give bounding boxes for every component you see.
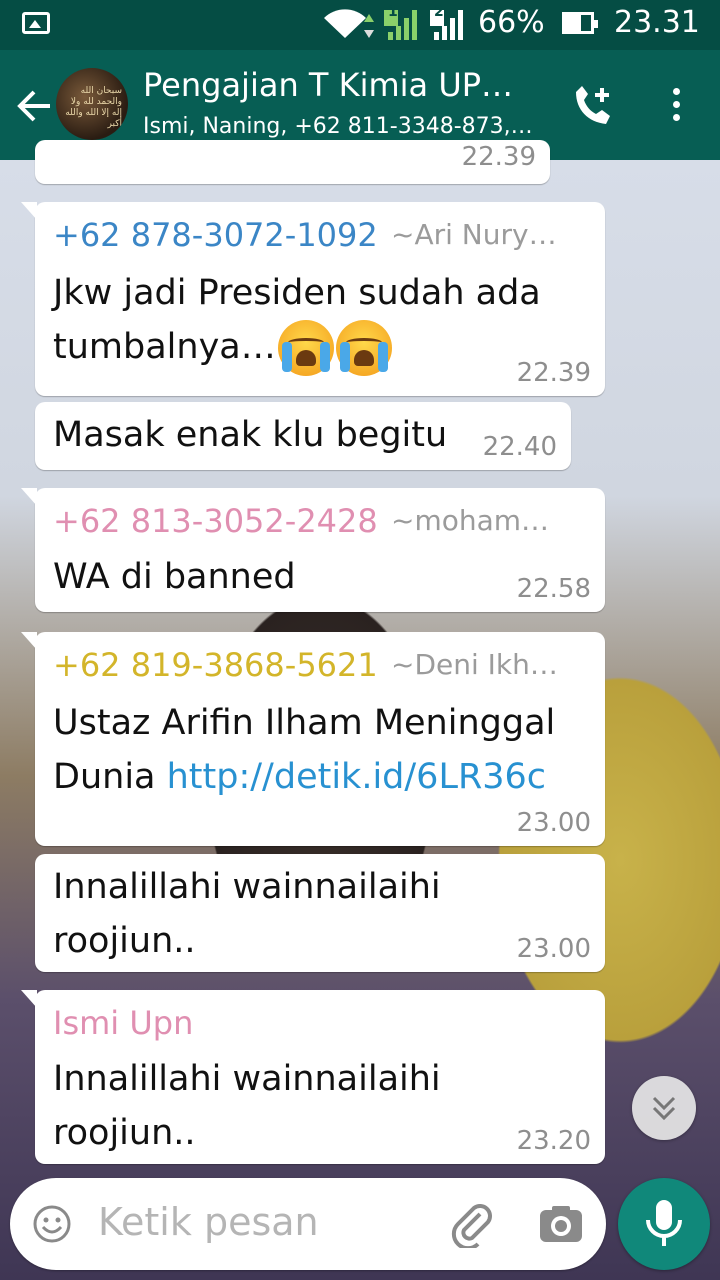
sender-name: ~Deni Ikh… — [391, 648, 558, 681]
add-call-icon[interactable] — [568, 84, 616, 128]
message-text-line: Ustaz Arifin Ilham Meninggal — [53, 703, 556, 743]
data-arrows-icon — [364, 14, 374, 38]
message-text-line: roojiun.. — [53, 921, 196, 961]
sender-phone[interactable]: +62 813-3052-2428 — [53, 502, 378, 540]
group-avatar[interactable]: سبحان الله والحمد لله ولا إله إلا الله و… — [56, 68, 128, 140]
message-bubble[interactable]: +62 819-3868-5621 ~Deni Ikh… Ustaz Arifi… — [21, 632, 605, 846]
sim2-label: 2 — [434, 4, 444, 20]
message-bubble[interactable]: Masak enak klu begitu 22.40 — [35, 402, 571, 470]
status-bar: 1 2 66% 23.31 — [0, 0, 720, 50]
battery-percent: 66% — [478, 5, 545, 40]
sender-name: ~moham… — [391, 504, 550, 537]
message-time: 23.00 — [516, 808, 591, 838]
message-time: 22.39 — [516, 358, 591, 388]
message-input[interactable]: Ketik pesan — [98, 1200, 319, 1244]
message-text: WA di banned — [53, 557, 296, 597]
status-clock: 23.31 — [614, 5, 700, 40]
message-time: 22.40 — [482, 432, 557, 462]
message-input-bar: Ketik pesan — [10, 1178, 606, 1270]
message-bubble[interactable]: Ismi Upn Innalillahi wainnailaihi roojiu… — [21, 990, 605, 1164]
sender-phone[interactable]: +62 819-3868-5621 — [53, 646, 378, 684]
message-link[interactable]: http://detik.id/6LR36c — [167, 757, 546, 797]
back-arrow-icon[interactable] — [14, 86, 54, 126]
sender-name-label[interactable]: Ismi Upn — [53, 1004, 193, 1042]
message-bubble[interactable]: +62 878-3072-1092 ~Ari Nury… Jkw jadi Pr… — [21, 202, 605, 396]
gallery-notification-icon — [22, 12, 50, 34]
message-text: Masak enak klu begitu — [53, 415, 448, 455]
message-text: Innalillahi wainnailaihi roojiun.. — [53, 1052, 593, 1160]
emoji-icon[interactable] — [32, 1204, 72, 1244]
message-text-line: roojiun.. — [53, 1113, 196, 1153]
avatar-text: سبحان الله والحمد لله ولا إله إلا الله و… — [65, 86, 122, 129]
message-text-line: Innalillahi wainnailaihi — [53, 867, 441, 907]
message-text: Innalillahi wainnailaihi roojiun.. — [53, 860, 593, 968]
chat-participants[interactable]: Ismi, Naning, +62 811-3348-873,… — [143, 114, 548, 139]
chat-title[interactable]: Pengajian T Kimia UP… — [143, 66, 543, 104]
message-time: 23.00 — [516, 934, 591, 964]
message-bubble[interactable]: Innalillahi wainnailaihi roojiun.. 23.00 — [35, 854, 605, 972]
loudly-crying-face-icon — [335, 320, 392, 376]
message-text-line: Dunia http://detik.id/6LR36c — [53, 750, 593, 804]
message-time: 22.39 — [461, 142, 536, 172]
message-text-prefix: Dunia — [53, 757, 167, 797]
sender-phone[interactable]: +62 878-3072-1092 — [53, 216, 378, 254]
microphone-icon — [646, 1200, 682, 1246]
camera-icon[interactable] — [538, 1204, 584, 1244]
message-text: Ustaz Arifin Ilham Meninggal Dunia http:… — [53, 696, 593, 804]
double-chevron-down-icon — [652, 1096, 676, 1121]
attach-icon[interactable] — [450, 1200, 494, 1248]
voice-message-button[interactable] — [618, 1178, 710, 1270]
message-time: 23.20 — [516, 1126, 591, 1156]
message-time: 22.58 — [516, 574, 591, 604]
loudly-crying-face-icon — [277, 320, 334, 376]
sim1-label: 1 — [388, 4, 398, 20]
message-bubble-partial[interactable]: 22.39 — [35, 140, 550, 184]
scroll-to-bottom-button[interactable] — [632, 1076, 696, 1140]
sender-name: ~Ari Nury… — [391, 218, 557, 251]
battery-icon — [562, 12, 598, 34]
message-bubble[interactable]: +62 813-3052-2428 ~moham… WA di banned 2… — [21, 488, 605, 612]
message-text: Jkw jadi Presiden sudah ada tumbalnya… — [53, 266, 583, 376]
message-text-line: Innalillahi wainnailaihi — [53, 1059, 441, 1099]
overflow-menu-icon[interactable] — [668, 84, 684, 128]
